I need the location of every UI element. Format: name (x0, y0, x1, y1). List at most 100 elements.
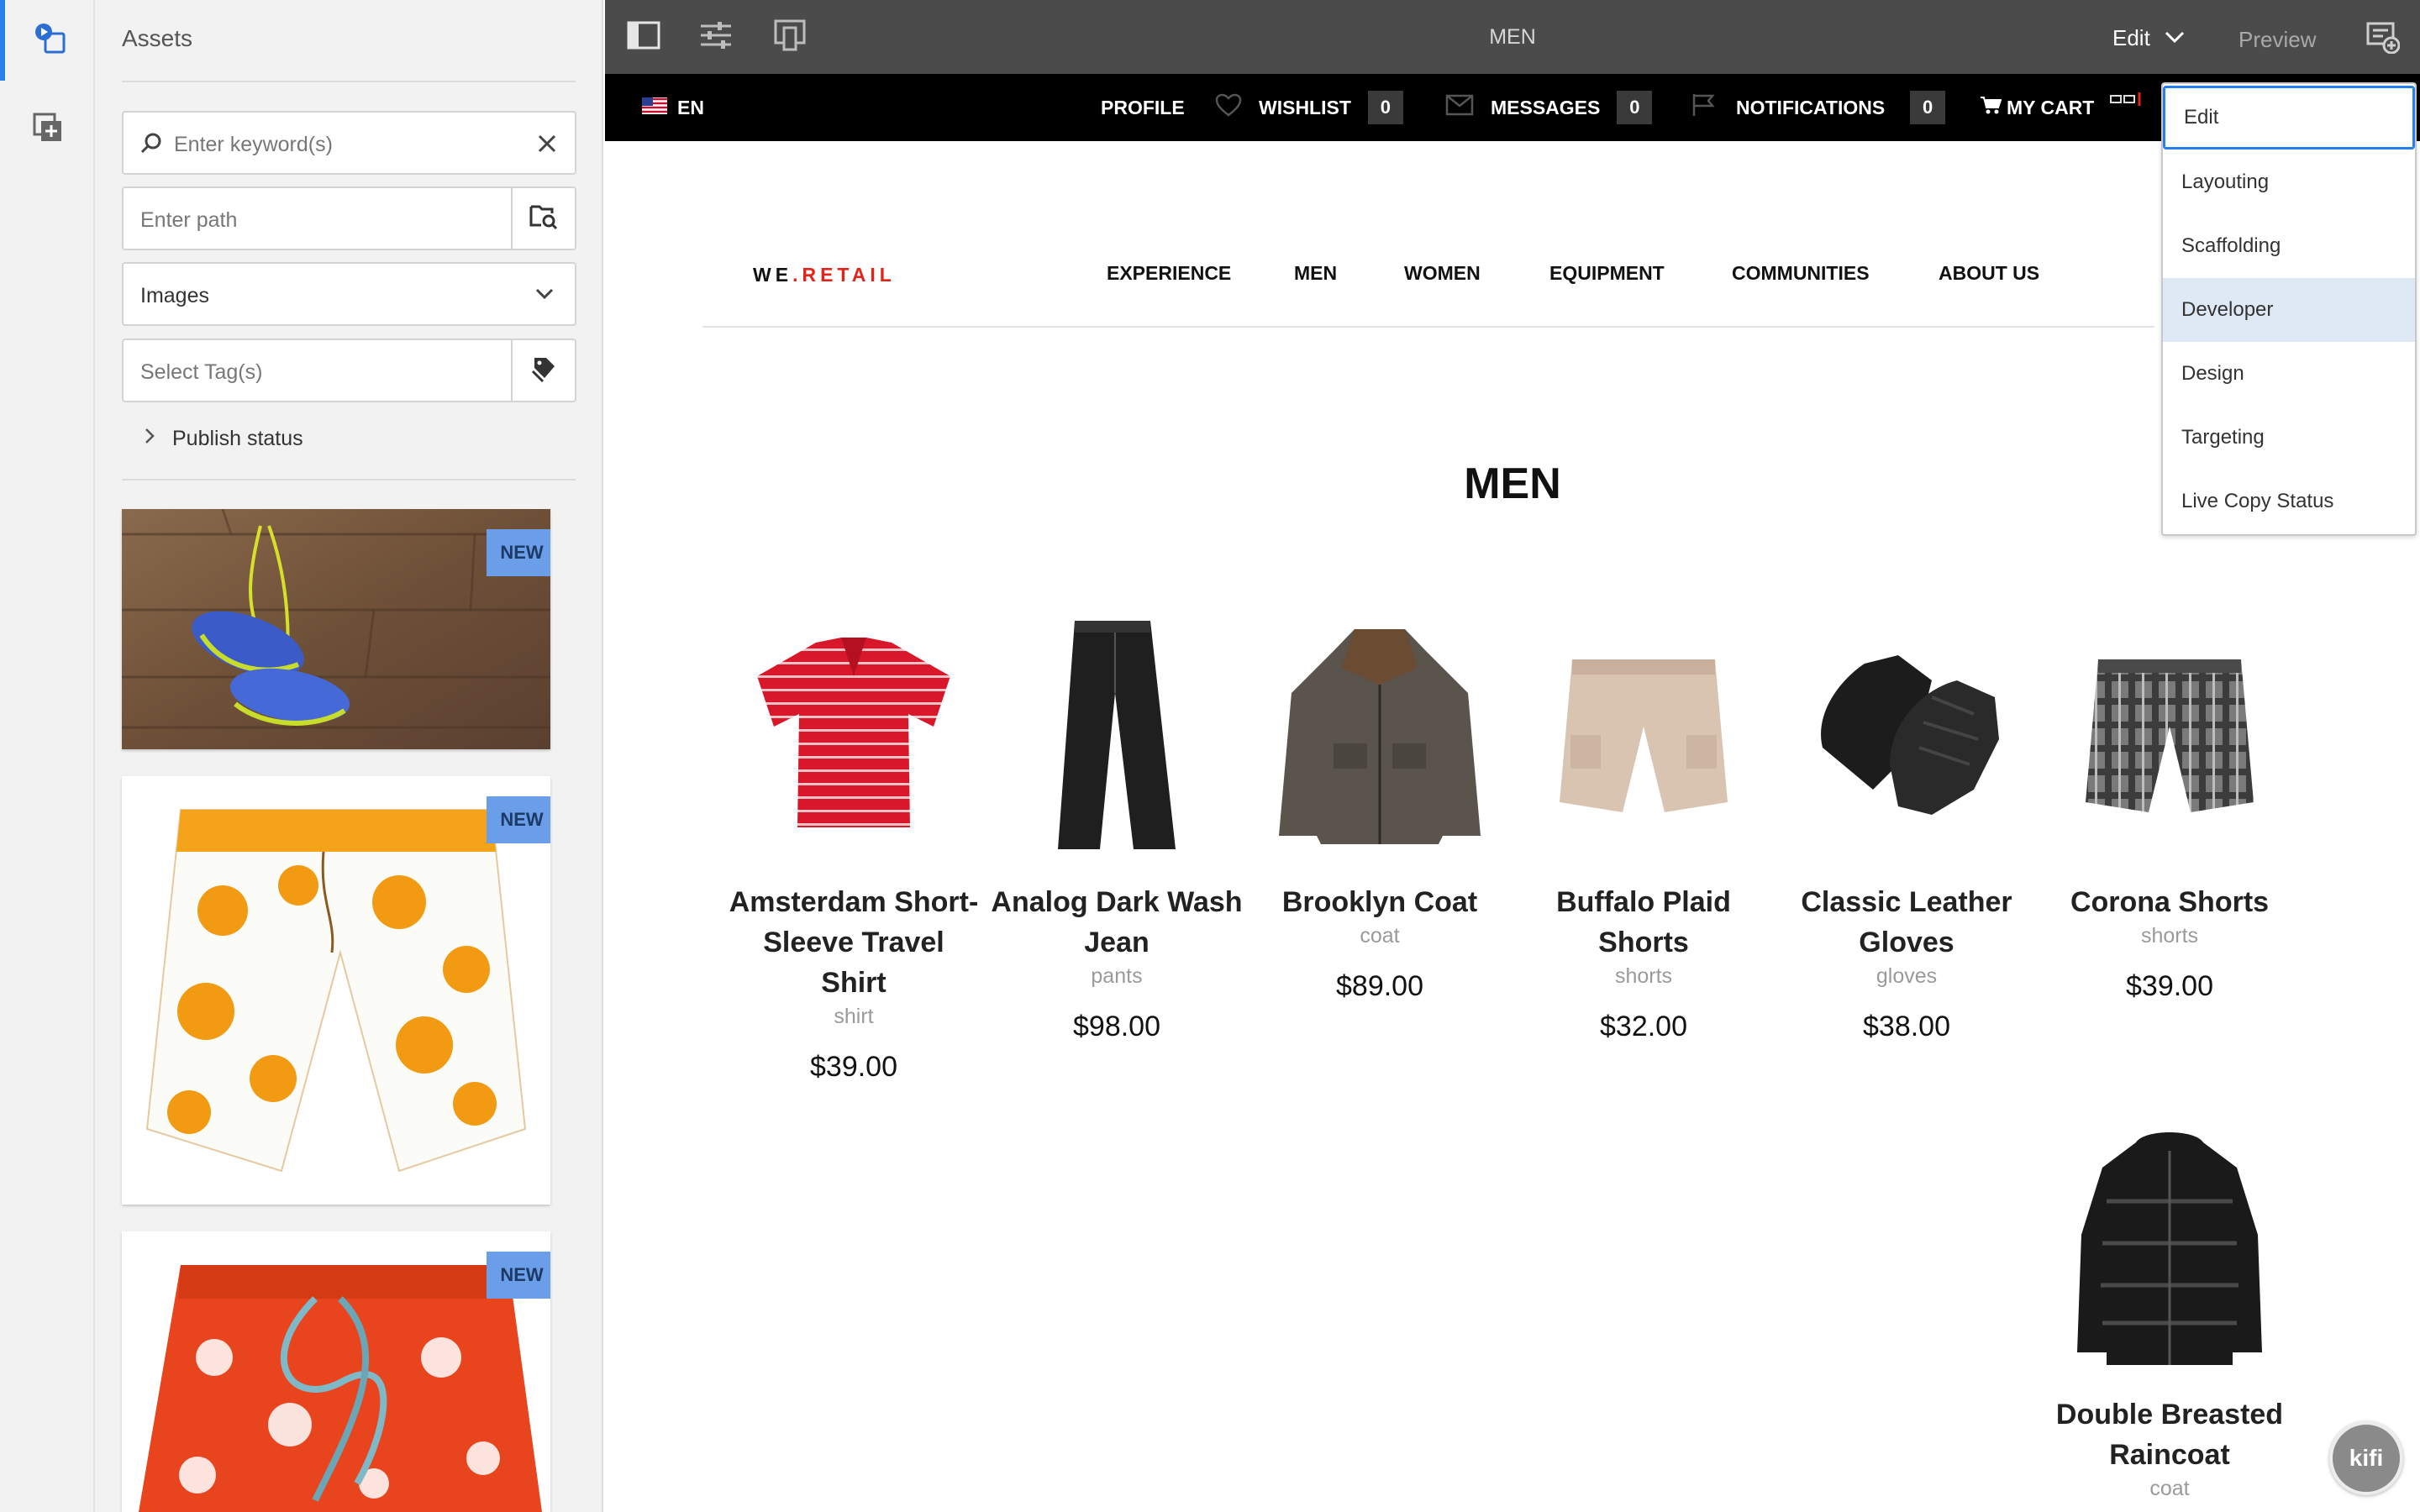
search-icon (139, 131, 164, 160)
product-name: Brooklyn Coat (1281, 886, 1478, 918)
product-name: Analog Dark Wash Jean (991, 886, 1243, 958)
product-name: Double Breasted Raincoat (2055, 1399, 2284, 1471)
envelope-icon (1445, 94, 1474, 121)
product-card[interactable]: Brooklyn Coat coat $89.00 (1254, 613, 1506, 1003)
mode-option-live-copy-status[interactable]: Live Copy Status (2163, 470, 2415, 533)
messages-link[interactable]: MESSAGES 0 (1445, 74, 1653, 141)
tag-picker-button[interactable] (511, 340, 575, 401)
asset-card-sneakers[interactable]: NEW (122, 509, 550, 749)
keyword-search-input[interactable]: Enter keyword(s) (122, 111, 576, 175)
product-card[interactable]: Amsterdam Short-Sleeve Travel Shirt shir… (728, 613, 980, 1084)
mode-option-design[interactable]: Design (2163, 342, 2415, 406)
divider (122, 479, 576, 480)
search-placeholder: Enter keyword(s) (174, 133, 333, 156)
asset-card-red-shorts[interactable]: NEW (122, 1231, 550, 1512)
wishlist-label: WISHLIST (1259, 96, 1351, 118)
divider (122, 81, 576, 82)
product-image-brooklyn-coat (1254, 613, 1506, 857)
publish-status-toggle[interactable]: Publish status (142, 427, 303, 451)
product-image-buffalo-shorts (1518, 613, 1770, 857)
notifications-label: NOTIFICATIONS (1736, 96, 1886, 118)
language-label: EN (677, 96, 704, 118)
devices-icon (774, 19, 806, 55)
assets-rail-button[interactable] (0, 0, 95, 81)
product-card[interactable]: Buffalo Plaid Shorts shorts $32.00 (1518, 613, 1770, 1043)
product-name: Amsterdam Short-Sleeve Travel Shirt (729, 886, 979, 999)
new-badge: NEW (487, 529, 550, 576)
toggle-side-panel-button[interactable] (625, 18, 662, 55)
nav-item-equipment[interactable]: EQUIPMENT (1549, 262, 1665, 285)
page-properties-button[interactable] (697, 18, 734, 55)
product-category: shorts (2140, 924, 2199, 948)
mode-option-targeting[interactable]: Targeting (2163, 406, 2415, 470)
add-components-icon (31, 111, 65, 149)
cart-link[interactable]: MY CART (1980, 74, 2094, 141)
product-price: $39.00 (810, 1051, 897, 1083)
new-badge: NEW (487, 1252, 550, 1299)
path-browse-button[interactable] (511, 188, 575, 249)
product-card[interactable]: Corona Shorts shorts $39.00 (2044, 613, 2296, 1003)
product-card[interactable]: Double Breasted Raincoat coat (2044, 1126, 2296, 1501)
messages-count: 0 (1617, 91, 1653, 124)
product-image-plaid-shorts (2044, 613, 2296, 857)
component-overlay-icon[interactable] (2109, 66, 2143, 133)
product-card[interactable]: Classic Leather Gloves gloves $38.00 (1781, 613, 2033, 1043)
product-category: shirt (834, 1005, 874, 1028)
we-retail-logo[interactable]: WE.RETAIL (753, 264, 896, 286)
product-category: coat (2149, 1477, 2190, 1500)
new-badge: NEW (487, 796, 550, 843)
annotations-button[interactable] (2366, 20, 2401, 58)
us-flag-icon (642, 97, 667, 119)
nav-item-communities[interactable]: COMMUNITIES (1732, 262, 1870, 285)
product-price: $39.00 (2126, 970, 2213, 1002)
mode-option-edit[interactable]: Edit (2163, 86, 2415, 150)
logo-we: WE (753, 264, 793, 286)
nav-item-about-us[interactable]: ABOUT US (1939, 262, 2039, 285)
assets-finder-icon (34, 22, 67, 60)
path-placeholder: Enter path (140, 208, 238, 232)
mode-option-layouting[interactable]: Layouting (2163, 150, 2415, 214)
language-selector[interactable]: EN (642, 74, 704, 141)
product-name: Buffalo Plaid Shorts (1556, 886, 1731, 958)
assets-panel-title: Assets (122, 25, 193, 51)
kifi-button[interactable]: kifi (2329, 1421, 2403, 1495)
asset-type-value: Images (140, 284, 209, 307)
asset-card-orange-shorts[interactable]: NEW (122, 776, 550, 1205)
notifications-link[interactable]: NOTIFICATIONS 0 (1691, 74, 1946, 141)
product-card[interactable]: Analog Dark Wash Jean pants $98.00 (991, 613, 1243, 1043)
heart-icon (1215, 93, 1242, 122)
tag-icon (529, 354, 558, 387)
annotation-add-icon (2366, 22, 2401, 57)
preview-button[interactable]: Preview (2238, 27, 2316, 53)
notifications-count: 0 (1910, 91, 1946, 124)
mode-selector[interactable]: Edit (2112, 25, 2186, 51)
path-input[interactable]: Enter path (122, 186, 576, 250)
nav-item-men[interactable]: MEN (1294, 262, 1337, 285)
emulator-button[interactable] (771, 18, 808, 55)
side-panel-icon (627, 21, 660, 54)
product-category: pants (1091, 964, 1143, 988)
tags-placeholder: Select Tag(s) (140, 360, 263, 384)
mode-option-scaffolding[interactable]: Scaffolding (2163, 214, 2415, 278)
mode-option-developer[interactable]: Developer (2163, 278, 2415, 342)
product-category: gloves (1876, 964, 1938, 988)
product-name: Corona Shorts (2070, 886, 2270, 918)
nav-item-experience[interactable]: EXPERIENCE (1107, 262, 1231, 285)
clear-icon[interactable] (536, 133, 558, 159)
product-category: shorts (1614, 964, 1673, 988)
asset-type-select[interactable]: Images (122, 262, 576, 326)
product-price: $38.00 (1863, 1011, 1950, 1042)
wishlist-link[interactable]: WISHLIST 0 (1215, 74, 1403, 141)
side-rail (0, 0, 95, 1512)
product-image-red-shirt (728, 613, 980, 857)
profile-link[interactable]: PROFILE (1101, 74, 1185, 141)
tags-input[interactable]: Select Tag(s) (122, 339, 576, 402)
product-category: coat (1360, 924, 1400, 948)
editor-toolbar: MEN Edit Preview (605, 0, 2420, 74)
product-image-dark-jeans (991, 613, 1243, 857)
mode-label: Edit (2112, 25, 2150, 50)
components-rail-button[interactable] (0, 89, 95, 170)
assets-panel: Assets Enter keyword(s) Enter path Image… (95, 0, 603, 1512)
messages-label: MESSAGES (1491, 96, 1601, 118)
nav-item-women[interactable]: WOMEN (1404, 262, 1481, 285)
